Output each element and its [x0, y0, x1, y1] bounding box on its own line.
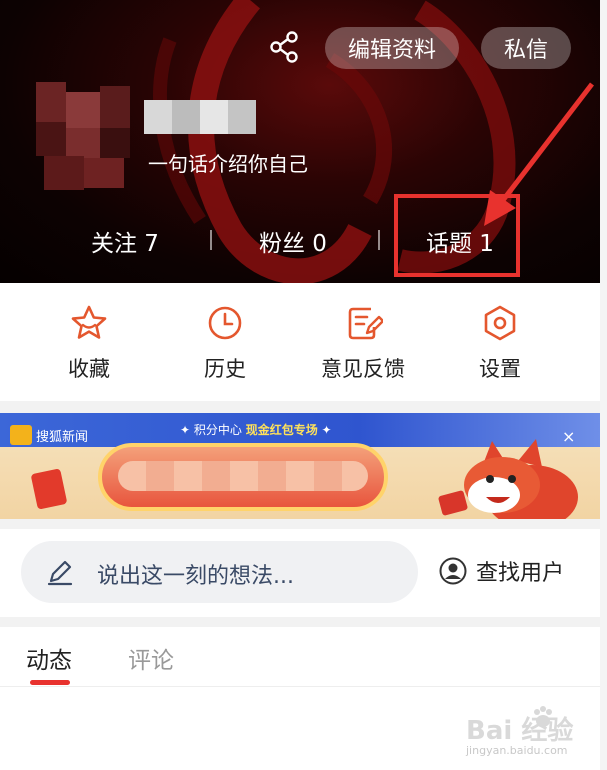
stat-divider: [378, 230, 380, 250]
banner-brand: 搜狐新闻: [36, 430, 89, 445]
composer-row: 说出这一刻的想法... 查找用户: [0, 529, 600, 617]
content-tabs: 动态 评论: [0, 627, 600, 687]
settings-action[interactable]: 设置: [440, 303, 560, 383]
baidu-jingyan-watermark: Bai 经验 jingyan.baidu.com: [466, 706, 596, 762]
tab-comments[interactable]: 评论: [128, 641, 174, 675]
favorites-action[interactable]: 收藏: [29, 303, 149, 383]
banner-close-icon[interactable]: ×: [562, 427, 575, 446]
settings-label: 设置: [479, 357, 521, 381]
profile-bio[interactable]: 一句话介绍你自己: [148, 148, 308, 177]
compose-post-input[interactable]: 说出这一刻的想法...: [21, 541, 418, 603]
username-blurred: [144, 100, 256, 134]
private-message-button[interactable]: 私信: [481, 27, 571, 69]
pen-icon: [47, 560, 73, 586]
promo-banner[interactable]: 搜狐新闻 ✦ 积分中心 现金红包专场 ✦ ×: [0, 413, 600, 519]
sohu-news-logo-icon: [10, 425, 32, 445]
feedback-edit-icon: [348, 307, 383, 340]
section-divider: [0, 617, 600, 627]
banner-title-prefix: 积分中心: [193, 423, 242, 437]
watermark-main: Bai 经验: [466, 716, 574, 746]
banner-title: ✦ 积分中心 现金红包专场 ✦: [180, 423, 332, 437]
banner-cta-text-blurred: [118, 461, 368, 491]
banner-cta-blurred[interactable]: [98, 443, 388, 511]
profile-page: 编辑资料 私信 一句话介绍你自己 关注 7 粉丝 0 话题 1 收藏 历史 意见…: [0, 0, 607, 770]
private-message-label: 私信: [503, 38, 548, 63]
find-user-button[interactable]: 查找用户: [438, 555, 564, 587]
history-action[interactable]: 历史: [165, 303, 285, 383]
find-user-label: 查找用户: [476, 561, 565, 586]
feedback-action[interactable]: 意见反馈: [303, 303, 423, 383]
share-icon[interactable]: [268, 30, 302, 64]
fans-count[interactable]: 粉丝 0: [259, 224, 327, 258]
active-tab-indicator: [30, 680, 70, 685]
settings-hexagon-icon: [484, 305, 516, 341]
quick-actions: 收藏 历史 意见反馈 设置: [0, 283, 600, 401]
avatar[interactable]: [36, 82, 130, 190]
tab-dynamics[interactable]: 动态: [26, 641, 72, 675]
clock-icon: [208, 306, 242, 340]
compose-placeholder: 说出这一刻的想法...: [97, 564, 294, 589]
feedback-label: 意见反馈: [321, 357, 405, 381]
edit-profile-button[interactable]: 编辑资料: [325, 27, 459, 69]
edit-profile-label: 编辑资料: [347, 38, 436, 63]
star-icon: [71, 305, 107, 339]
watermark-sub: jingyan.baidu.com: [466, 744, 568, 757]
red-envelope-icon: [30, 468, 68, 510]
section-divider: [0, 519, 600, 529]
follow-count[interactable]: 关注 7: [91, 224, 159, 258]
user-search-icon: [439, 557, 467, 585]
banner-title-highlight: 现金红包专场: [245, 423, 318, 437]
fox-mascot-icon: [438, 439, 578, 519]
stat-divider: [210, 230, 212, 250]
paw-logo-icon: [534, 706, 552, 727]
annotation-arrow: [484, 82, 594, 226]
profile-header: 编辑资料 私信 一句话介绍你自己 关注 7 粉丝 0 话题 1: [0, 0, 600, 283]
history-label: 历史: [204, 357, 246, 381]
right-edge-strip: [600, 0, 607, 770]
favorites-label: 收藏: [68, 357, 110, 381]
section-divider: [0, 401, 600, 413]
